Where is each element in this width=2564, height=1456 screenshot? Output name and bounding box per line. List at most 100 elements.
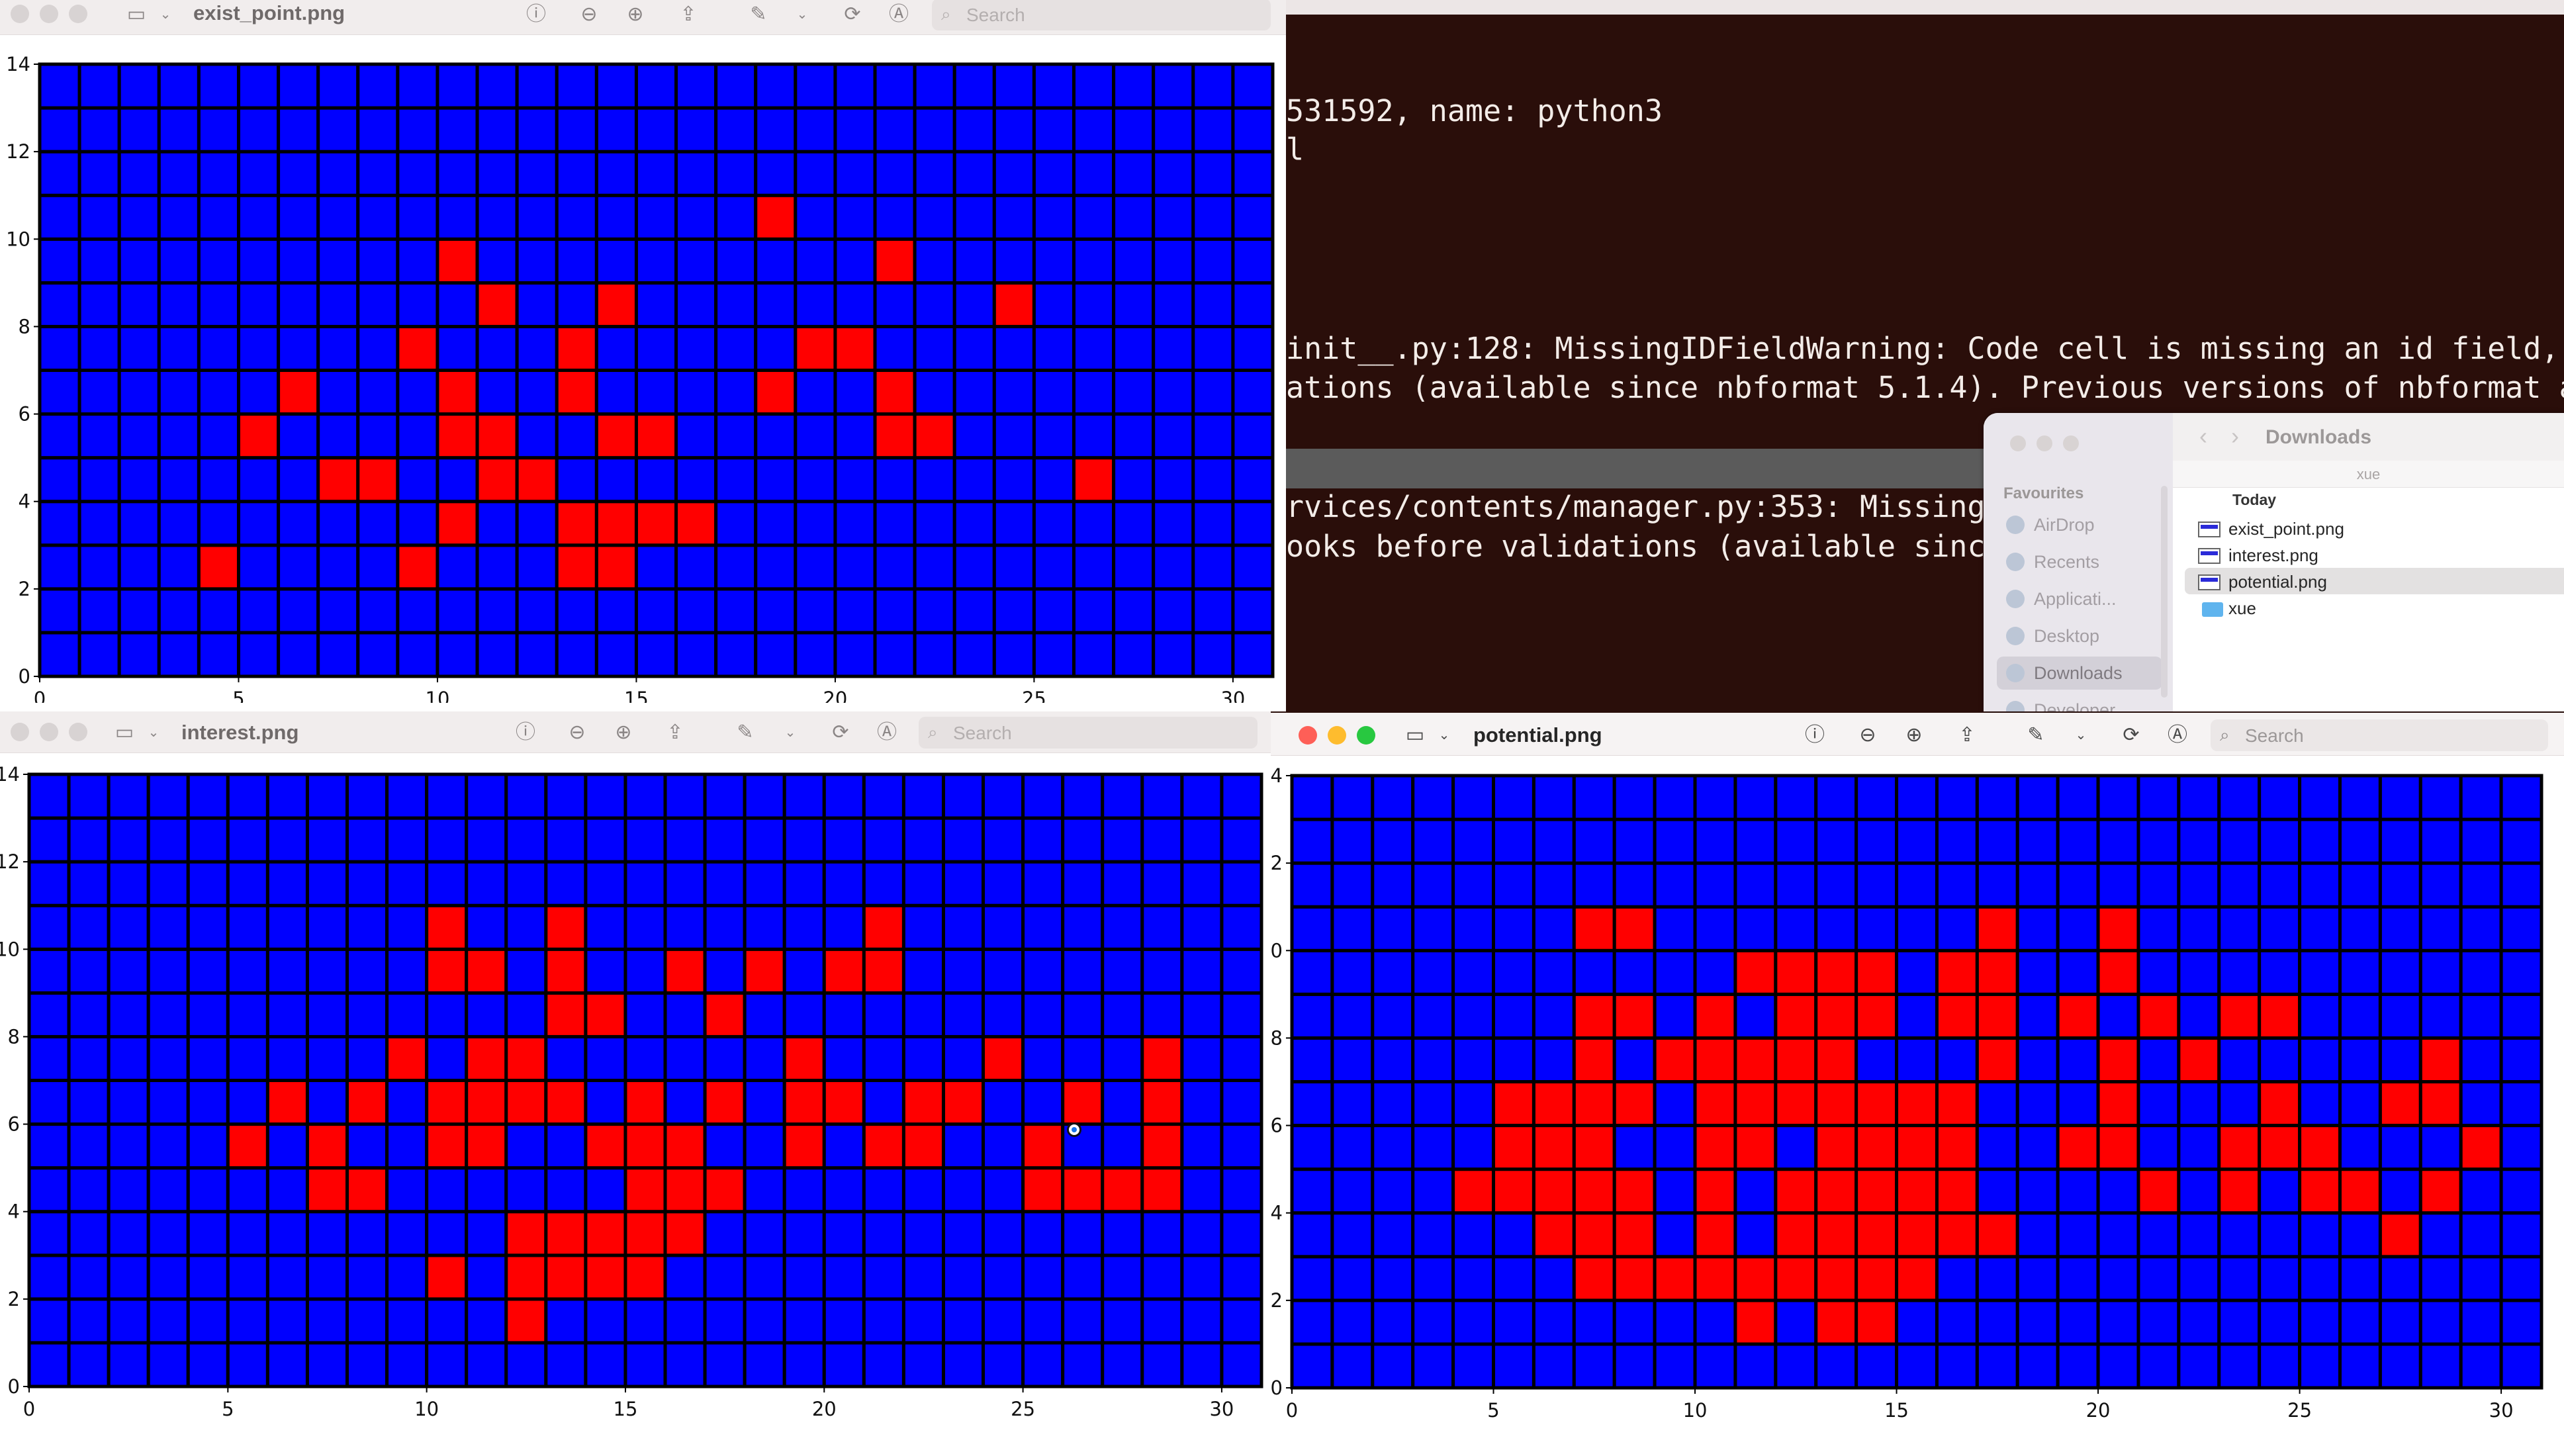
sidebar-item-airdrop[interactable]: AirDrop [1997, 508, 2162, 541]
rotate-icon[interactable]: ⟳ [2119, 723, 2143, 747]
zoom-icon[interactable] [69, 723, 87, 741]
empty-cell [1371, 992, 1415, 1040]
empty-cell [77, 631, 121, 678]
sidebar-item-downloads[interactable]: Downloads [1997, 657, 2162, 690]
empty-cell [1411, 992, 1455, 1040]
empty-cell [714, 369, 758, 416]
preview-window-interest[interactable]: ▭ ⌄ interest.png ⓘ ⊖ ⊕ ⇪ ✎ ⌄ ⟳ Ⓐ ⌕ Searc… [0, 711, 1271, 1456]
share-icon[interactable]: ⇪ [663, 721, 687, 745]
empty-cell [714, 631, 758, 678]
sidebar-toggle-icon[interactable]: ▭ [113, 721, 136, 745]
empty-cell [515, 631, 559, 678]
info-icon[interactable]: ⓘ [1803, 723, 1827, 747]
empty-cell [117, 237, 161, 285]
empty-cell [2418, 774, 2463, 821]
occupied-cell [2136, 1167, 2181, 1215]
empty-cell [2418, 861, 2463, 909]
empty-cell [1492, 817, 1535, 865]
empty-cell [822, 1122, 866, 1170]
empty-cell [794, 631, 837, 678]
sidebar-item-developer[interactable]: Developer [1997, 694, 2162, 711]
zoom-in-icon[interactable]: ⊕ [612, 721, 635, 745]
annotate-icon[interactable]: Ⓐ [887, 3, 911, 26]
minimize-icon[interactable] [1328, 726, 1346, 745]
back-icon[interactable]: ‹ [2199, 422, 2207, 450]
markup-icon[interactable]: ✎ [2024, 723, 2048, 747]
preview-window-potential[interactable]: ▭ ⌄ potential.png ⓘ ⊖ ⊕ ⇪ ✎ ⌄ ⟳ Ⓐ ⌕ Sear… [1271, 713, 2564, 1456]
empty-cell [1411, 905, 1455, 952]
minimize-icon[interactable] [40, 723, 58, 741]
empty-cell [584, 1034, 627, 1082]
empty-cell [316, 237, 360, 285]
zoom-out-icon[interactable]: ⊖ [577, 3, 601, 26]
info-icon[interactable]: ⓘ [524, 3, 548, 26]
zoom-icon[interactable] [69, 5, 87, 23]
empty-cell [703, 1122, 747, 1170]
cursor-icon [1067, 1122, 1081, 1137]
finder-window[interactable]: Favourites AirDrop Recents Applicati... … [1984, 413, 2564, 711]
empty-cell [674, 412, 718, 460]
occupied-cell [584, 991, 627, 1038]
zoom-in-icon[interactable]: ⊕ [623, 3, 647, 26]
chevron-down-icon[interactable]: ⌄ [778, 721, 802, 745]
zoom-out-icon[interactable]: ⊖ [1856, 723, 1880, 747]
forward-icon[interactable]: › [2231, 422, 2239, 450]
share-icon[interactable]: ⇪ [676, 3, 700, 26]
close-icon[interactable] [2010, 435, 2026, 451]
occupied-cell [1653, 1036, 1697, 1083]
sidebar-item-recents[interactable]: Recents [1997, 545, 2162, 578]
finder-title: Downloads [2266, 426, 2372, 448]
close-icon[interactable] [11, 5, 29, 23]
annotate-icon[interactable]: Ⓐ [875, 721, 899, 745]
empty-cell [1814, 774, 1858, 821]
minimize-icon[interactable] [40, 5, 58, 23]
zoom-icon[interactable] [2063, 435, 2079, 451]
empty-cell [38, 62, 81, 110]
rotate-icon[interactable]: ⟳ [829, 721, 852, 745]
markup-icon[interactable]: ✎ [733, 721, 757, 745]
zoom-out-icon[interactable]: ⊖ [565, 721, 589, 745]
empty-cell [1061, 1341, 1105, 1388]
rotate-icon[interactable]: ⟳ [841, 3, 864, 26]
empty-cell [1492, 1036, 1535, 1083]
info-icon[interactable]: ⓘ [514, 721, 537, 745]
empty-cell [2338, 1298, 2382, 1346]
sidebar-item-desktop[interactable]: Desktop [1997, 619, 2162, 653]
minimize-icon[interactable] [2037, 435, 2052, 451]
empty-cell [265, 903, 309, 951]
chevron-down-icon[interactable]: ⌄ [154, 3, 177, 26]
chevron-down-icon[interactable]: ⌄ [2069, 723, 2093, 747]
empty-cell [1290, 1124, 1334, 1171]
markup-icon[interactable]: ✎ [747, 3, 770, 26]
sidebar-scrollbar[interactable] [2161, 486, 2168, 698]
annotate-icon[interactable]: Ⓐ [2166, 723, 2189, 747]
empty-cell [674, 150, 718, 197]
search-input[interactable]: ⌕ Search [919, 717, 1258, 749]
empty-cell [2459, 774, 2503, 821]
chevron-down-icon[interactable]: ⌄ [1432, 723, 1456, 747]
zoom-in-icon[interactable]: ⊕ [1902, 723, 1926, 747]
empty-cell [345, 1210, 389, 1257]
zoom-icon[interactable] [1357, 726, 1375, 745]
close-icon[interactable] [11, 723, 29, 741]
chevron-down-icon[interactable]: ⌄ [142, 721, 165, 745]
empty-cell [277, 631, 320, 678]
search-input[interactable]: ⌕ Search [2211, 719, 2548, 751]
close-icon[interactable] [1299, 726, 1317, 745]
occupied-cell [1492, 1080, 1535, 1128]
sidebar-item-applications[interactable]: Applicati... [1997, 582, 2162, 615]
y-tick-label: 10 [6, 228, 30, 250]
sidebar-toggle-icon[interactable]: ▭ [124, 3, 148, 26]
chevron-down-icon[interactable]: ⌄ [790, 3, 814, 26]
empty-cell [1191, 324, 1235, 372]
preview-window-exist-point[interactable]: ▭ ⌄ exist_point.png ⓘ ⊖ ⊕ ⇪ ✎ ⌄ ⟳ Ⓐ ⌕ Se… [0, 0, 1286, 711]
share-icon[interactable]: ⇪ [1955, 723, 1979, 747]
search-input[interactable]: ⌕ Search [932, 0, 1271, 30]
occupied-cell [1935, 948, 1979, 996]
empty-cell [1492, 992, 1535, 1040]
sidebar-toggle-icon[interactable]: ▭ [1403, 723, 1427, 747]
empty-cell [475, 150, 519, 197]
occupied-cell [1895, 1255, 1939, 1302]
empty-cell [862, 1166, 905, 1214]
y-tick-label: 4 [8, 1201, 20, 1223]
